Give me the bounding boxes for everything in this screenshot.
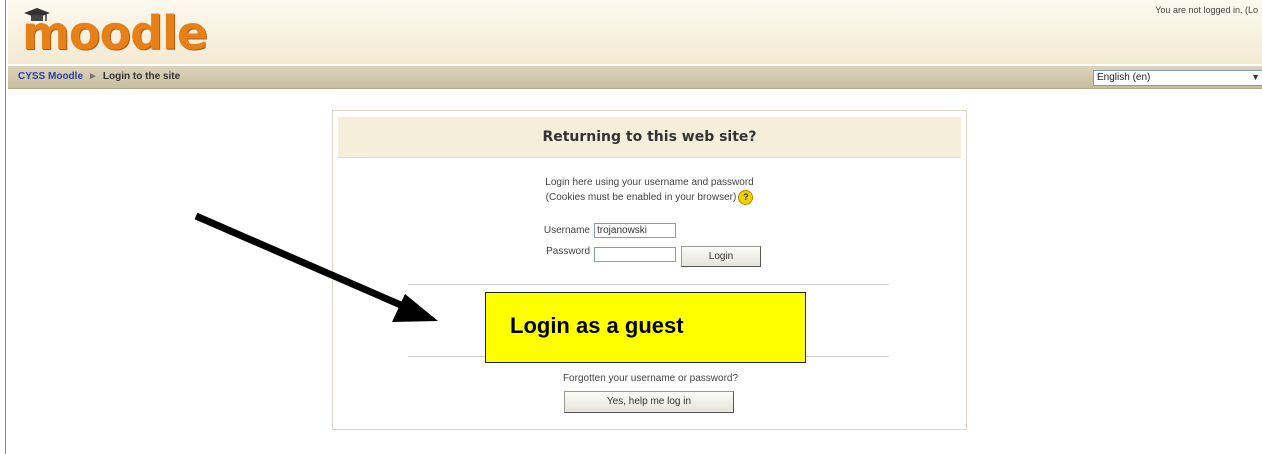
arrow-annotation-icon [194,212,438,322]
